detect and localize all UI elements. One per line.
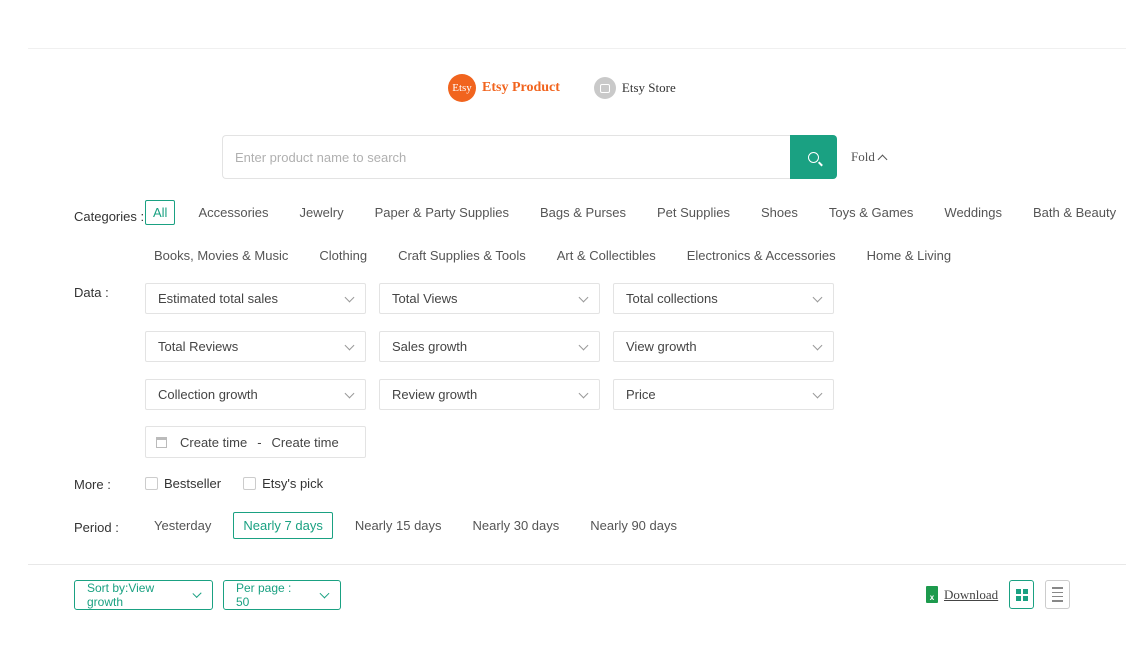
category-bath-beauty[interactable]: Bath & Beauty xyxy=(1033,201,1116,224)
tab-etsy-store[interactable]: Etsy Store xyxy=(590,77,676,99)
period-nearly-15-days[interactable]: Nearly 15 days xyxy=(346,513,451,538)
search-input[interactable] xyxy=(222,135,790,179)
select-total-reviews[interactable]: Total Reviews xyxy=(145,331,366,362)
category-jewelry[interactable]: Jewelry xyxy=(300,201,344,224)
select-total-collections[interactable]: Total collections xyxy=(613,283,834,314)
categories-label: Categories : xyxy=(74,209,145,224)
select-label: Total Reviews xyxy=(158,339,239,354)
period-yesterday[interactable]: Yesterday xyxy=(145,513,220,538)
tab-etsy-product[interactable]: Etsy Etsy Product xyxy=(448,74,560,102)
chevron-down-icon xyxy=(578,388,589,399)
select-label: Price xyxy=(626,387,656,402)
more-options: Bestseller Etsy's pick xyxy=(145,476,345,491)
select-total-views[interactable]: Total Views xyxy=(379,283,600,314)
period-nearly-30-days[interactable]: Nearly 30 days xyxy=(464,513,569,538)
category-books-movies-music[interactable]: Books, Movies & Music xyxy=(154,244,288,267)
store-icon xyxy=(593,77,616,99)
fold-label: Fold xyxy=(851,149,875,164)
checkbox-icon xyxy=(243,477,257,490)
grid-icon xyxy=(1015,588,1028,601)
etsys-pick-checkbox[interactable]: Etsy's pick xyxy=(243,476,323,491)
period-nearly-90-days[interactable]: Nearly 90 days xyxy=(581,513,686,538)
create-time-range[interactable]: Create time - Create time xyxy=(145,426,366,458)
etsy-logo-icon: Etsy xyxy=(448,74,476,102)
range-separator: - xyxy=(257,434,262,450)
per-page-dropdown[interactable]: Per page : 50 xyxy=(223,580,341,610)
select-label: Estimated total sales xyxy=(158,291,278,306)
category-paper-party[interactable]: Paper & Party Supplies xyxy=(375,201,509,224)
sort-dropdown[interactable]: Sort by:View growth xyxy=(74,580,213,610)
chevron-down-icon xyxy=(578,292,589,303)
select-sales-growth[interactable]: Sales growth xyxy=(379,331,600,362)
bestseller-label: Bestseller xyxy=(164,476,222,491)
period-nearly-7-days[interactable]: Nearly 7 days xyxy=(233,512,333,539)
list-icon xyxy=(1052,587,1063,602)
chevron-up-icon xyxy=(877,154,888,164)
select-estimated-total-sales[interactable]: Estimated total sales xyxy=(145,283,366,314)
search-icon xyxy=(808,151,819,163)
chevron-down-icon xyxy=(319,588,330,598)
chevron-down-icon xyxy=(812,292,823,303)
bestseller-checkbox[interactable]: Bestseller xyxy=(145,476,221,491)
end-date: Create time xyxy=(271,434,339,450)
period-options: Yesterday Nearly 7 days Nearly 15 days N… xyxy=(145,512,699,539)
category-all[interactable]: All xyxy=(145,200,176,225)
select-label: View growth xyxy=(626,339,697,354)
category-accessories[interactable]: Accessories xyxy=(198,201,268,224)
category-weddings[interactable]: Weddings xyxy=(944,201,1002,224)
category-home-living[interactable]: Home & Living xyxy=(867,244,952,267)
list-view-button[interactable] xyxy=(1045,580,1070,609)
select-label: Collection growth xyxy=(158,387,258,402)
section-divider xyxy=(28,564,1126,565)
chevron-down-icon xyxy=(812,340,823,351)
category-shoes[interactable]: Shoes xyxy=(761,201,798,224)
category-toys-games[interactable]: Toys & Games xyxy=(829,201,914,224)
chevron-down-icon xyxy=(192,588,202,598)
grid-view-button[interactable] xyxy=(1009,580,1034,609)
category-electronics[interactable]: Electronics & Accessories xyxy=(687,244,836,267)
more-label: More : xyxy=(74,477,111,492)
excel-icon: x xyxy=(926,586,938,603)
category-clothing[interactable]: Clothing xyxy=(319,244,367,267)
period-label: Period : xyxy=(74,520,119,535)
select-price[interactable]: Price xyxy=(613,379,834,410)
calendar-icon xyxy=(156,436,167,448)
category-bags-purses[interactable]: Bags & Purses xyxy=(540,201,626,224)
download-button[interactable]: x Download xyxy=(926,586,998,603)
category-pet-supplies[interactable]: Pet Supplies xyxy=(657,201,730,224)
select-view-growth[interactable]: View growth xyxy=(613,331,834,362)
category-art-collectibles[interactable]: Art & Collectibles xyxy=(557,244,656,267)
top-divider xyxy=(28,48,1126,49)
search-bar: Fold xyxy=(222,135,888,179)
chevron-down-icon xyxy=(578,340,589,351)
etsys-pick-label: Etsy's pick xyxy=(262,476,324,491)
sort-label: Sort by:View growth xyxy=(87,581,155,609)
chevron-down-icon xyxy=(344,292,355,303)
data-label: Data : xyxy=(74,285,109,300)
tab-etsy-store-label: Etsy Store xyxy=(621,80,676,95)
select-label: Total collections xyxy=(626,291,718,306)
chevron-down-icon xyxy=(812,388,823,399)
per-page-label: Per page : 50 xyxy=(236,581,292,609)
download-label: Download xyxy=(944,586,999,602)
chevron-down-icon xyxy=(344,340,355,351)
select-label: Total Views xyxy=(392,291,458,306)
source-tabs: Etsy Etsy Product Etsy Store xyxy=(448,74,676,102)
category-craft-supplies[interactable]: Craft Supplies & Tools xyxy=(398,244,526,267)
select-label: Sales growth xyxy=(392,339,468,354)
tab-etsy-product-label: Etsy Product xyxy=(482,80,560,95)
select-label: Review growth xyxy=(392,387,478,402)
fold-toggle[interactable]: Fold xyxy=(851,149,888,165)
categories-row-2: Books, Movies & Music Clothing Craft Sup… xyxy=(154,244,982,267)
start-date: Create time xyxy=(180,434,248,450)
search-button[interactable] xyxy=(790,135,837,179)
select-collection-growth[interactable]: Collection growth xyxy=(145,379,366,410)
categories-row-1: All Accessories Jewelry Paper & Party Su… xyxy=(145,200,1126,225)
checkbox-icon xyxy=(145,477,158,490)
chevron-down-icon xyxy=(344,388,355,399)
select-review-growth[interactable]: Review growth xyxy=(379,379,600,410)
